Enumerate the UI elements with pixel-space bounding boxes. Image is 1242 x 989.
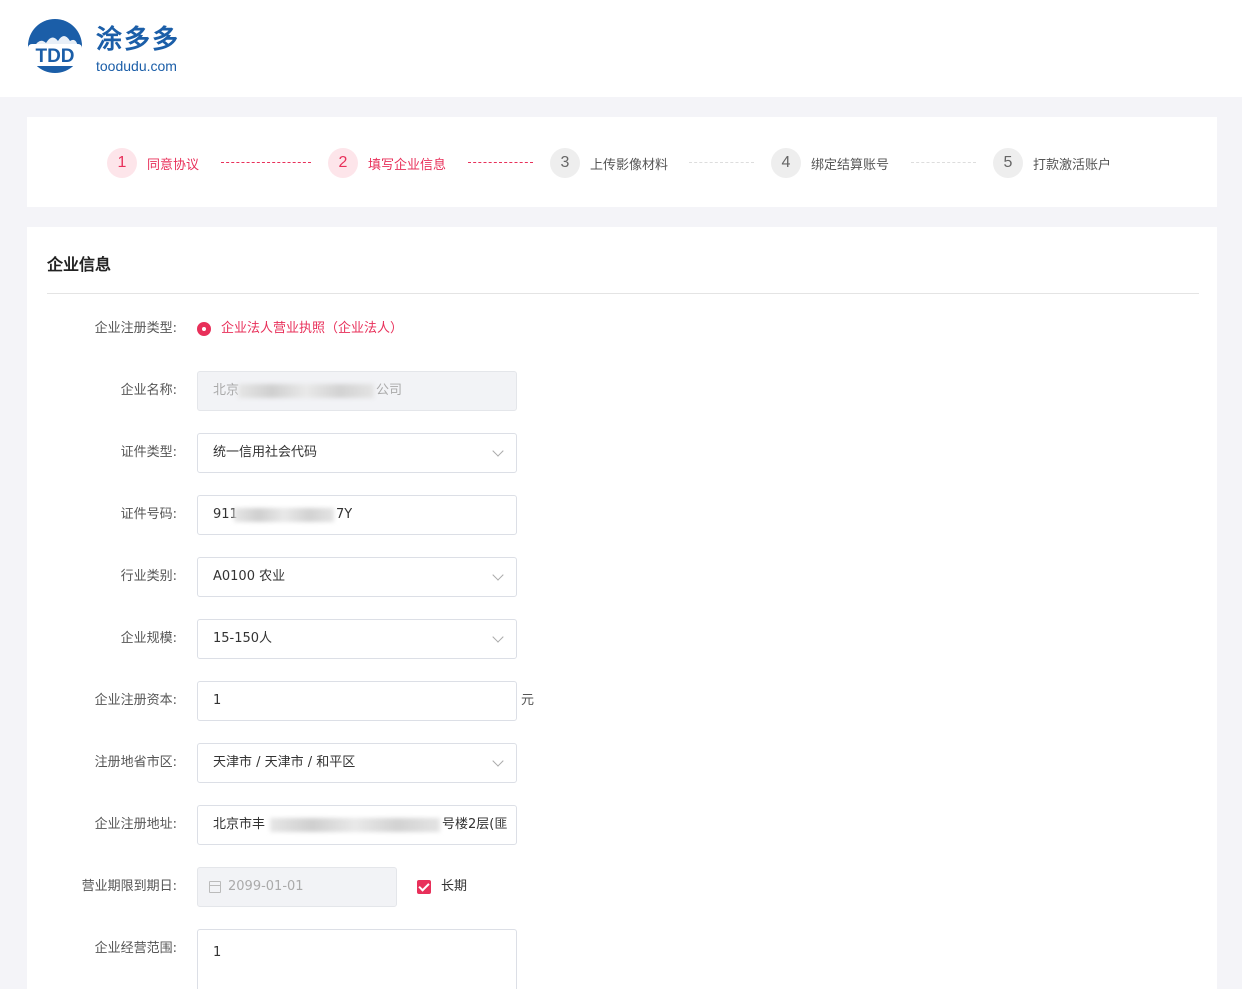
- region-row: 注册地省市区: 天津市 / 天津市 / 和平区: [27, 743, 1217, 783]
- progress-steps: 1 同意协议 2 填写企业信息 3 上传影像材料 4 绑定结算账号 5 打款激活…: [27, 117, 1217, 207]
- expiry-label: 营业期限到期日:: [81, 879, 177, 894]
- brand-logo[interactable]: TDD 涂多多 toodudu.com: [26, 17, 196, 79]
- step-connector: [468, 162, 533, 163]
- expiry-row: 营业期限到期日: 2099-01-01 长期: [27, 867, 1217, 907]
- chevron-down-icon: [492, 631, 504, 643]
- company-name-prefix: 北京: [213, 383, 240, 398]
- calendar-icon: [209, 881, 221, 893]
- expiry-date-picker: 2099-01-01: [197, 867, 397, 907]
- industry-row: 行业类别: A0100 农业: [27, 557, 1217, 597]
- brand-name: 涂多多: [96, 25, 181, 55]
- chevron-down-icon: [492, 569, 504, 581]
- address-row: 企业注册地址: 北京市丰 号楼2层(匪: [27, 805, 1217, 845]
- step-number: 2: [328, 148, 358, 178]
- step-fill-company-info: 2 填写企业信息: [328, 148, 446, 178]
- step-label: 同意协议: [147, 157, 200, 173]
- capital-label: 企业注册资本:: [94, 693, 177, 708]
- capital-row: 企业注册资本: 1 元: [27, 681, 1217, 721]
- step-number: 3: [550, 148, 580, 178]
- cert-no-input[interactable]: 911 7Y: [197, 495, 517, 535]
- address-label: 企业注册地址:: [94, 817, 177, 832]
- company-name-suffix: 公司: [376, 383, 403, 398]
- step-label: 填写企业信息: [368, 157, 447, 173]
- chevron-down-icon: [492, 755, 504, 767]
- tdd-logo-icon: TDD: [28, 19, 82, 73]
- cert-no-label: 证件号码:: [120, 507, 177, 522]
- cert-no-suffix: 7Y: [336, 507, 353, 522]
- cert-type-select[interactable]: 统一信用社会代码: [197, 433, 517, 473]
- step-label: 打款激活账户: [1033, 157, 1112, 173]
- brand-domain: toodudu.com: [96, 58, 177, 74]
- scale-label: 企业规模:: [120, 631, 177, 646]
- redacted-text: [238, 384, 374, 398]
- company-name-input: 北京 公司: [197, 371, 517, 411]
- capital-unit: 元: [521, 693, 535, 708]
- address-prefix: 北京市丰: [213, 817, 266, 832]
- expiry-value: 2099-01-01: [228, 879, 304, 894]
- company-name-row: 企业名称: 北京 公司: [27, 371, 1217, 411]
- chevron-down-icon: [492, 445, 504, 457]
- address-suffix: 号楼2层(匪: [442, 817, 508, 832]
- capital-input[interactable]: 1: [197, 681, 517, 721]
- redacted-text: [234, 508, 334, 522]
- scope-textarea[interactable]: 1: [197, 929, 517, 989]
- redacted-text: [270, 818, 440, 832]
- region-cascader[interactable]: 天津市 / 天津市 / 和平区: [197, 743, 517, 783]
- step-agree-protocol: 1 同意协议: [107, 148, 199, 178]
- step-label: 上传影像材料: [590, 157, 669, 173]
- address-input[interactable]: 北京市丰 号楼2层(匪: [197, 805, 517, 845]
- region-value: 天津市 / 天津市 / 和平区: [213, 755, 356, 770]
- reg-type-label: 企业注册类型:: [94, 321, 177, 336]
- step-connector: [221, 162, 311, 163]
- industry-label: 行业类别:: [120, 569, 177, 584]
- section-divider: [47, 293, 1199, 294]
- long-term-checkbox[interactable]: [417, 880, 431, 894]
- scale-select[interactable]: 15-150人: [197, 619, 517, 659]
- industry-select[interactable]: A0100 农业: [197, 557, 517, 597]
- scope-label: 企业经营范围:: [94, 941, 177, 956]
- step-number: 4: [771, 148, 801, 178]
- page-header: TDD 涂多多 toodudu.com: [0, 0, 1242, 97]
- reg-type-option[interactable]: 企业法人营业执照（企业法人）: [221, 309, 403, 349]
- scale-row: 企业规模: 15-150人: [27, 619, 1217, 659]
- scale-value: 15-150人: [213, 631, 273, 646]
- long-term-label[interactable]: 长期: [441, 867, 467, 907]
- industry-value: A0100 农业: [213, 569, 286, 584]
- step-upload-materials: 3 上传影像材料: [550, 148, 668, 178]
- cert-type-label: 证件类型:: [120, 445, 177, 460]
- cert-no-row: 证件号码: 911 7Y: [27, 495, 1217, 535]
- step-connector: [689, 162, 754, 163]
- scope-value: 1: [213, 945, 222, 960]
- section-title: 企业信息: [47, 255, 112, 274]
- step-number: 5: [993, 148, 1023, 178]
- step-bind-settlement-account: 4 绑定结算账号: [771, 148, 889, 178]
- company-name-label: 企业名称:: [120, 383, 177, 398]
- step-activate-account: 5 打款激活账户: [993, 148, 1111, 178]
- reg-type-row: 企业注册类型: 企业法人营业执照（企业法人）: [27, 309, 1217, 349]
- capital-value: 1: [213, 693, 222, 708]
- logo-badge-text: TDD: [35, 46, 74, 67]
- step-label: 绑定结算账号: [811, 157, 890, 173]
- region-label: 注册地省市区:: [94, 755, 177, 770]
- radio-checked-icon[interactable]: [197, 322, 211, 336]
- step-number: 1: [107, 148, 137, 178]
- step-connector: [911, 162, 976, 163]
- cert-type-row: 证件类型: 统一信用社会代码: [27, 433, 1217, 473]
- scope-row: 企业经营范围: 1: [27, 929, 1217, 989]
- company-info-form: 企业信息 企业注册类型: 企业法人营业执照（企业法人） 企业名称: 北京 公司 …: [27, 227, 1217, 989]
- cert-type-value: 统一信用社会代码: [213, 445, 318, 460]
